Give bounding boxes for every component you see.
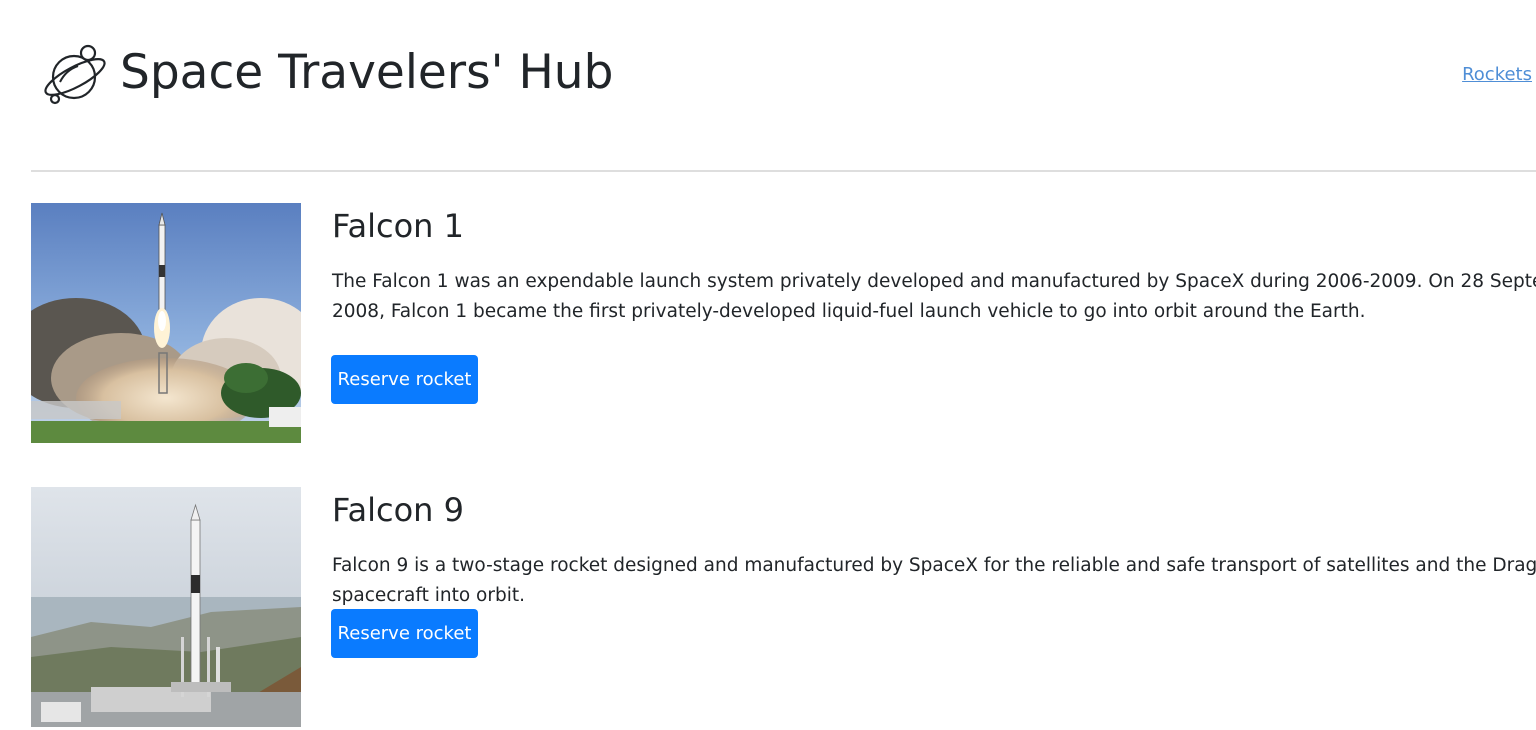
rocket-name: Falcon 9 — [332, 491, 464, 529]
planet-icon[interactable] — [40, 40, 110, 110]
page: Space Travelers' Hub Rockets Falcon 1 Th… — [0, 0, 1536, 730]
rocket-image — [31, 487, 301, 727]
rocket-name: Falcon 1 — [332, 207, 464, 245]
rocket-image — [31, 203, 301, 443]
reserve-rocket-button[interactable]: Reserve rocket — [331, 609, 478, 658]
rocket-description: Falcon 9 is a two-stage rocket designed … — [332, 555, 1536, 606]
rocket-card: Falcon 9 Falcon 9 is a two-stage rocket … — [31, 487, 1536, 727]
site-title: Space Travelers' Hub — [120, 45, 614, 100]
site-header: Space Travelers' Hub Rockets — [0, 0, 1536, 150]
nav-link-rockets[interactable]: Rockets — [1462, 64, 1532, 85]
reserve-rocket-button[interactable]: Reserve rocket — [331, 355, 478, 404]
rocket-card: Falcon 1 The Falcon 1 was an expendable … — [31, 203, 1536, 443]
rocket-description: The Falcon 1 was an expendable launch sy… — [332, 271, 1536, 322]
header-divider — [31, 170, 1536, 172]
